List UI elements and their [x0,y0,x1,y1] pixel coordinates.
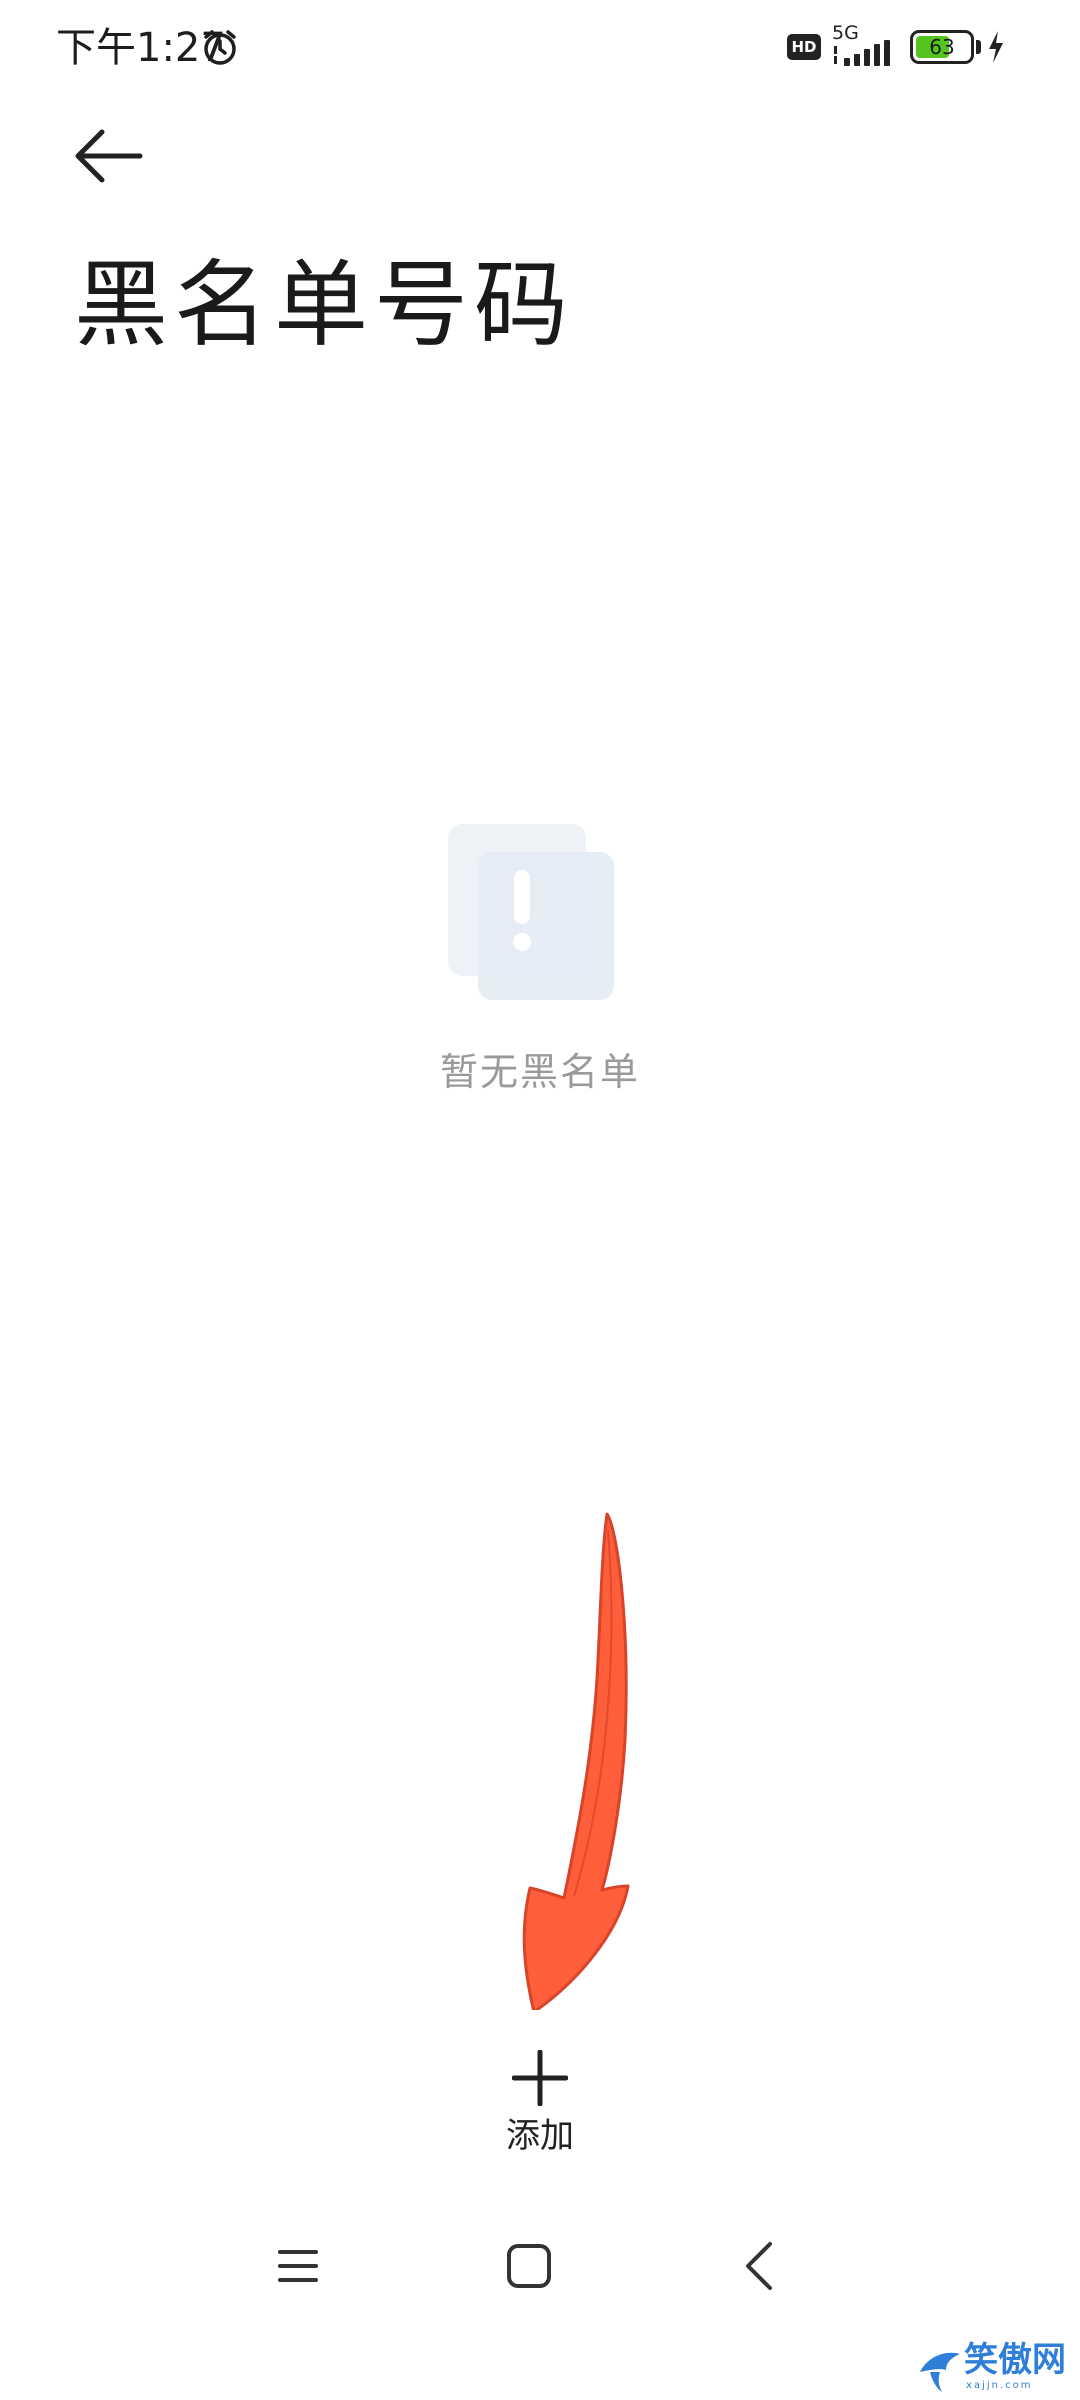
back-arrow-icon[interactable] [70,124,150,188]
charging-bolt-icon [989,31,1003,63]
empty-list-illustration-icon [448,824,614,1000]
add-button-label: 添加 [506,2116,574,2156]
empty-state-message: 暂无黑名单 [439,1050,640,1094]
status-bar: 下午1:27 HD 5G 63 [0,0,1080,96]
page-title: 黑名单号码 [74,251,575,360]
watermark: 笑傲网 xajjn.com [914,2336,1080,2400]
battery-level: 63 [929,35,955,59]
shark-logo-icon [920,2352,960,2392]
hd-badge: HD [787,34,821,60]
alarm-clock-icon [204,30,236,65]
blacklist-screen: 下午1:27 HD 5G 63 黑名单号码 暂无黑名单 添加 笑傲网 xajjn… [0,0,1080,2400]
annotation-arrow [522,1512,630,2010]
battery-icon: 63 [910,30,974,64]
nav-back-icon[interactable] [738,2236,778,2296]
watermark-text: 笑傲网 [964,2340,1066,2380]
signal-strength-icon [834,40,890,66]
battery-cap [976,40,981,54]
home-icon[interactable] [504,2240,554,2292]
watermark-subtext: xajjn.com [966,2380,1033,2391]
recent-apps-icon[interactable] [276,2244,320,2288]
add-button[interactable]: 添加 [470,2040,610,2170]
plus-icon [512,2050,568,2106]
